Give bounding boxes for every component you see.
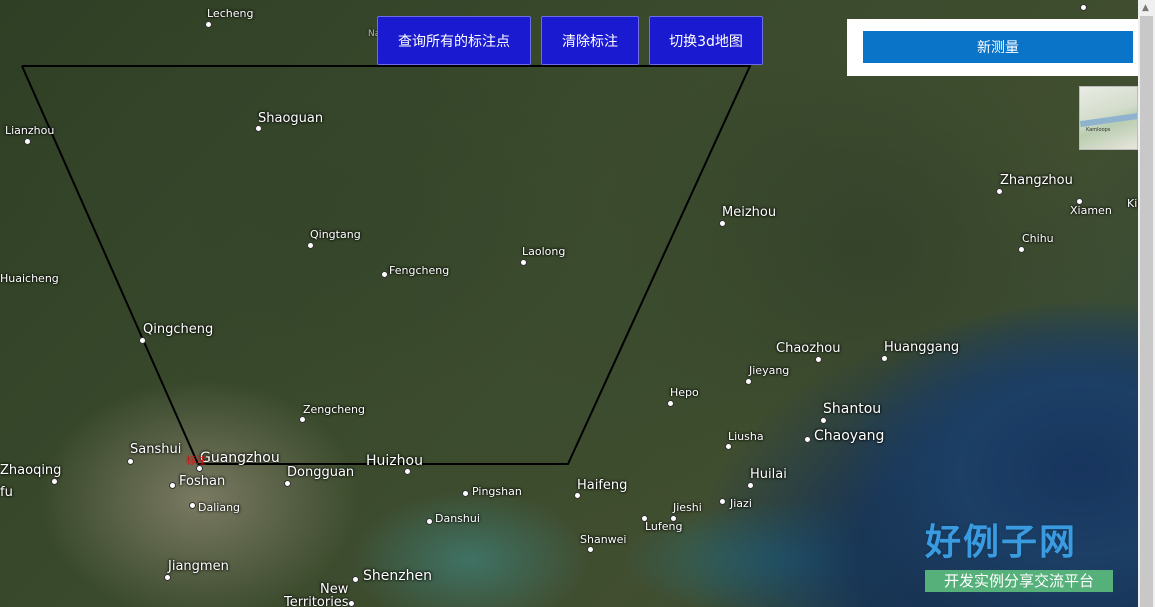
place-dot	[462, 490, 469, 497]
place-label: Territories	[284, 595, 349, 607]
thumbnail-label: Kamloops	[1086, 127, 1111, 133]
place-label: Shenzhen	[363, 568, 432, 584]
place-label: Daliang	[198, 501, 241, 514]
place-dot	[996, 188, 1003, 195]
place-label: Jiazi	[730, 497, 752, 510]
place-label: Kin	[1127, 197, 1138, 210]
place-dot	[284, 480, 291, 487]
place-dot	[169, 482, 176, 489]
place-label: Huaicheng	[0, 272, 59, 285]
place-dot	[574, 492, 581, 499]
place-label: Xiamen	[1070, 204, 1112, 217]
watermark-sub: 开发实例分享交流平台	[925, 570, 1113, 592]
place-label: Laolong	[522, 245, 566, 258]
measure-polygon-layer	[21, 65, 752, 465]
place-dot	[381, 271, 388, 278]
place-label: Huilai	[750, 467, 787, 482]
place-dot	[641, 515, 648, 522]
place-label: Guangzhou	[200, 450, 280, 466]
place-label: Hepo	[670, 386, 699, 399]
place-dot	[348, 600, 355, 607]
place-label: Foshan	[179, 474, 226, 489]
place-label: Shantou	[823, 401, 882, 417]
place-label: Lecheng	[207, 7, 254, 20]
place-dot	[804, 436, 811, 443]
place-dot	[307, 242, 314, 249]
place-dot	[587, 546, 594, 553]
place-label: Pingshan	[472, 485, 522, 498]
watermark: 好例子网 开发实例分享交流平台	[925, 520, 1113, 592]
place-label: Sanshui	[130, 442, 182, 457]
place-dot	[820, 417, 827, 424]
place-dot	[164, 574, 171, 581]
place-dot	[667, 400, 674, 407]
place-label: Liusha	[728, 430, 764, 443]
vertical-scrollbar[interactable]: ▲	[1138, 0, 1155, 607]
place-dot	[815, 356, 822, 363]
place-dot	[352, 576, 359, 583]
place-dot	[404, 468, 411, 475]
place-dot	[725, 443, 732, 450]
place-label: Huanggang	[884, 340, 960, 355]
place-dot	[426, 518, 433, 525]
place-dot	[719, 220, 726, 227]
clear-markers-button[interactable]: 清除标注	[541, 16, 639, 65]
place-label: Meizhou	[722, 205, 777, 220]
place-dot	[1076, 198, 1083, 205]
place-label: fu	[0, 485, 13, 500]
place-dot	[745, 378, 752, 385]
place-label: Shanwei	[580, 533, 627, 546]
place-dot	[299, 416, 306, 423]
place-label: Lufeng	[645, 520, 683, 533]
place-dot	[205, 21, 212, 28]
marker-label[interactable]: 标注	[186, 452, 206, 467]
place-label: Qingcheng	[143, 322, 214, 337]
satellite-map[interactable]: Lecheng Shaoguan Lianzhou Qingtang Fengc…	[0, 0, 1138, 607]
place-dot	[747, 482, 754, 489]
place-dot	[881, 355, 888, 362]
place-label: Danshui	[435, 512, 480, 525]
place-dot	[189, 502, 196, 509]
new-measure-button[interactable]: 新测量	[863, 31, 1133, 63]
place-label: Zhaoqing	[0, 463, 62, 478]
place-dot	[127, 458, 134, 465]
place-label: Chihu	[1022, 232, 1054, 245]
place-label: Jieshi	[673, 501, 702, 514]
place-label: Jieyang	[749, 364, 790, 377]
thumbnail-river	[1080, 112, 1137, 128]
place-label: Chaozhou	[776, 341, 841, 356]
scrollbar-thumb[interactable]	[1140, 16, 1153, 607]
place-dot	[520, 259, 527, 266]
place-dot	[1018, 246, 1025, 253]
place-label: Zengcheng	[303, 403, 365, 416]
place-label: Shaoguan	[258, 111, 324, 126]
query-markers-button[interactable]: 查询所有的标注点	[377, 16, 531, 65]
place-label: Zhangzhou	[1000, 173, 1073, 188]
place-dot	[51, 478, 58, 485]
measure-panel: 新测量	[847, 19, 1138, 76]
place-dot	[24, 138, 31, 145]
place-dot	[255, 125, 262, 132]
place-label: Dongguan	[287, 465, 355, 480]
place-dot	[719, 498, 726, 505]
place-label: Fengcheng	[389, 264, 450, 277]
scroll-up-icon[interactable]: ▲	[1142, 3, 1149, 13]
measure-polygon	[21, 65, 752, 465]
place-dot	[139, 337, 146, 344]
place-label: Huizhou	[366, 453, 423, 469]
place-label: Chaoyang	[814, 428, 885, 444]
place-label: Lianzhou	[5, 124, 55, 137]
place-label: Haifeng	[577, 478, 628, 493]
place-dot	[1080, 4, 1087, 11]
basemap-thumbnail[interactable]: Kamloops	[1079, 86, 1138, 150]
place-label: Jiangmen	[168, 559, 229, 574]
toggle-3d-button[interactable]: 切换3d地图	[649, 16, 763, 65]
watermark-main: 好例子网	[925, 522, 1078, 563]
place-label: Qingtang	[310, 228, 361, 241]
